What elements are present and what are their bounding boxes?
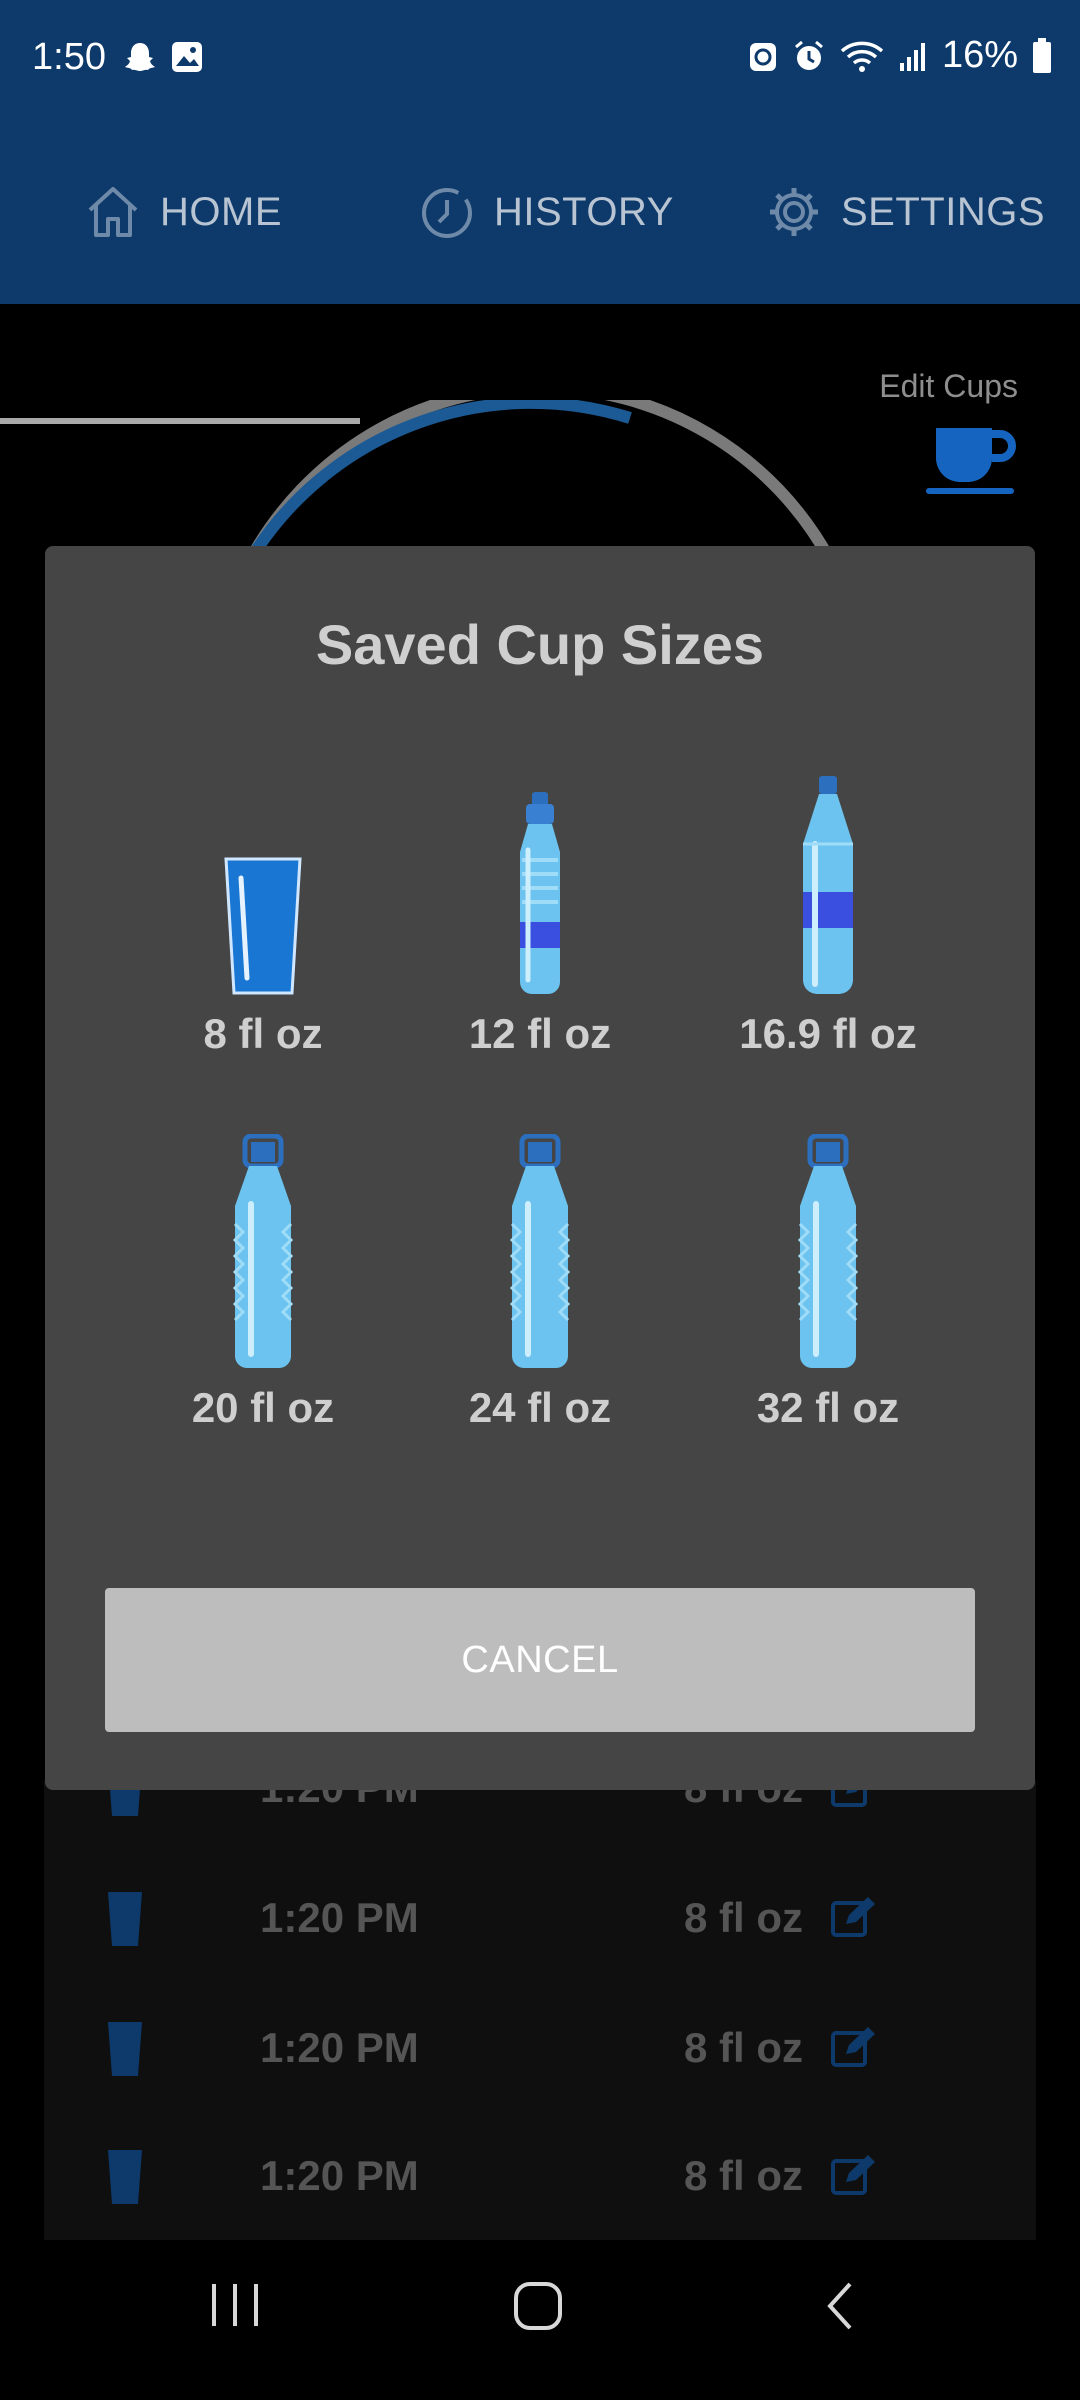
edit-icon[interactable]	[830, 2026, 876, 2073]
cup-option-8oz[interactable]: 8 fl oz	[113, 746, 413, 1086]
cup-option-16-9oz[interactable]: 16.9 fl oz	[678, 746, 978, 1086]
status-time: 1:50	[32, 36, 106, 78]
entry-time: 1:20 PM	[260, 2152, 419, 2199]
glass-icon	[106, 1890, 144, 1953]
entry-time: 1:20 PM	[260, 2024, 419, 2071]
cup-option-12oz[interactable]: 12 fl oz	[390, 746, 690, 1086]
status-bar: 1:50 16%	[0, 0, 1080, 120]
glass-icon	[106, 2020, 144, 2083]
sport-bottle-icon	[520, 792, 560, 994]
home-nav-icon[interactable]	[512, 2280, 564, 2337]
snapchat-icon	[122, 40, 158, 81]
tab-settings-label: SETTINGS	[841, 189, 1046, 234]
signal-icon	[899, 42, 925, 71]
gallery-icon	[170, 40, 204, 79]
status-icons: 16%	[748, 34, 1052, 77]
cup-icon[interactable]	[922, 422, 1018, 503]
alarm-icon	[794, 40, 823, 70]
entry-time: 1:20 PM	[260, 1894, 419, 1941]
tab-home-label: HOME	[160, 189, 282, 234]
cup-label: 24 fl oz	[468, 1384, 612, 1431]
list-item: 1:20 PM 8 fl oz	[44, 1990, 1036, 2110]
cup-option-32oz[interactable]: 32 fl oz	[678, 1120, 978, 1460]
home-icon	[88, 187, 138, 237]
large-bottle-icon	[232, 1134, 294, 1368]
battery-icon	[1033, 37, 1051, 73]
sync-icon	[749, 42, 776, 71]
history-list: 1:20 PM 8 fl oz 1:20 PM 8 fl oz 1:20 PM …	[44, 1762, 1036, 2240]
entry-amount: 8 fl oz	[684, 2024, 804, 2071]
cup-label: 20 fl oz	[191, 1384, 335, 1431]
saved-cup-sizes-dialog: Saved Cup Sizes 8 fl oz 12 fl oz 16.9 fl…	[45, 546, 1035, 1790]
cup-label: 32 fl oz	[756, 1384, 900, 1431]
tab-bar: HOME HISTORY SETTINGS	[0, 120, 1080, 424]
dialog-title: Saved Cup Sizes	[315, 613, 765, 676]
tab-history[interactable]: HISTORY	[418, 120, 674, 304]
large-bottle-icon	[797, 1134, 859, 1368]
battery-level: 16%	[941, 34, 1018, 76]
edit-cups-label[interactable]: Edit Cups	[879, 368, 1018, 405]
back-icon[interactable]	[822, 2280, 858, 2337]
history-icon	[422, 188, 472, 238]
cup-label: 16.9 fl oz	[739, 1010, 917, 1057]
wifi-icon	[840, 41, 884, 72]
list-item: 1:20 PM 8 fl oz	[44, 2118, 1036, 2238]
tab-settings[interactable]: SETTINGS	[765, 120, 1045, 304]
large-bottle-icon	[509, 1134, 571, 1368]
cup-option-20oz[interactable]: 20 fl oz	[113, 1120, 413, 1460]
cup-option-24oz[interactable]: 24 fl oz	[390, 1120, 690, 1460]
glass-icon	[224, 857, 302, 995]
cup-label: 8 fl oz	[203, 1010, 323, 1057]
cup-label: 12 fl oz	[468, 1010, 612, 1057]
list-item: 1:20 PM 8 fl oz	[44, 1860, 1036, 1980]
entry-amount: 8 fl oz	[684, 1894, 804, 1941]
tab-history-label: HISTORY	[494, 189, 674, 234]
recent-apps-icon[interactable]	[208, 2280, 262, 2335]
edit-icon[interactable]	[830, 1896, 876, 1943]
cancel-button[interactable]: CANCEL	[105, 1588, 975, 1732]
glass-icon	[106, 2148, 144, 2211]
entry-amount: 8 fl oz	[684, 2152, 804, 2199]
tab-home[interactable]: HOME	[84, 120, 282, 304]
edit-icon[interactable]	[830, 2154, 876, 2201]
tall-bottle-icon	[803, 776, 853, 994]
gear-icon	[770, 188, 818, 236]
system-nav-bar	[0, 2240, 1080, 2400]
